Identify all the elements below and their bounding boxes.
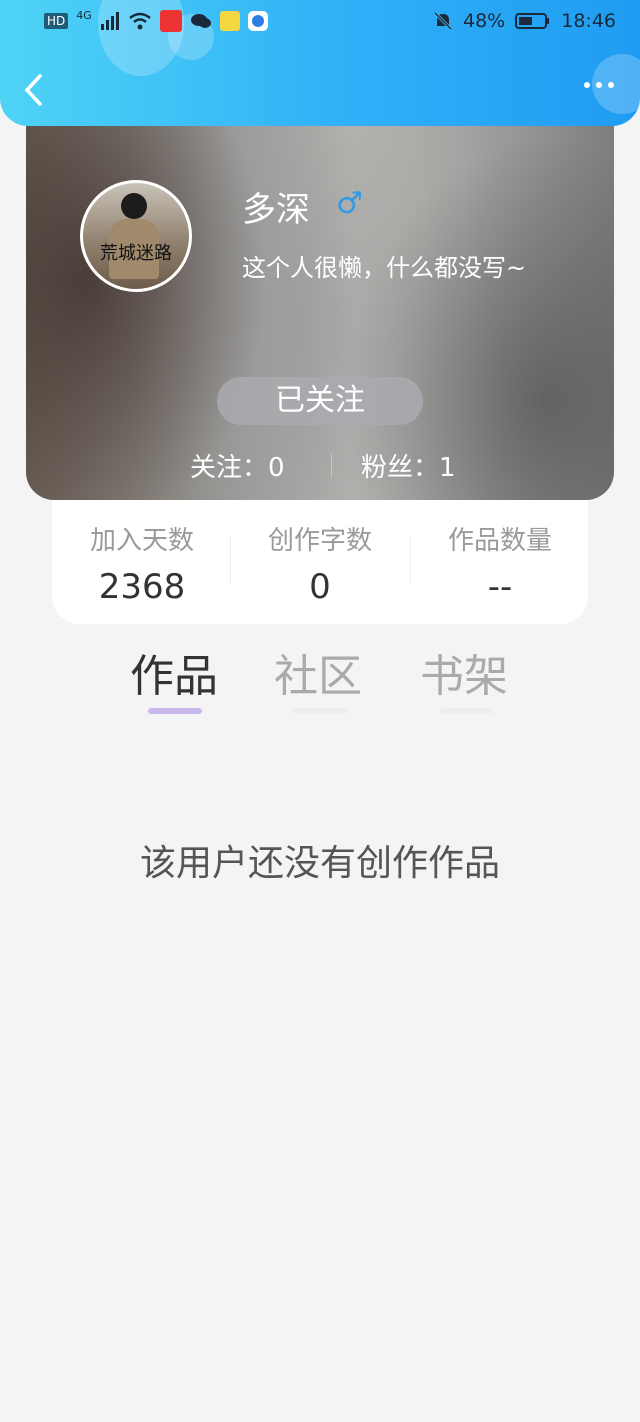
tab-community[interactable]: 社区 — [274, 640, 362, 704]
followers-count[interactable]: 粉丝：1 — [361, 447, 456, 484]
tab-indicator — [440, 708, 494, 714]
user-bio: 这个人很懒，什么都没写~ — [242, 254, 527, 282]
stat-works-count: 作品数量 -- — [410, 520, 590, 607]
more-dots-icon — [584, 82, 590, 88]
clock: 18:46 — [561, 10, 616, 32]
profile-card: 荒城迷路 多深 ♂ 这个人很懒，什么都没写~ 已关注 关注：0 粉丝：1 — [26, 100, 614, 500]
tab-bookshelf[interactable]: 书架 — [420, 640, 508, 704]
follow-button[interactable]: 已关注 — [217, 377, 423, 425]
chat-icon — [190, 14, 211, 28]
back-chevron-icon — [24, 74, 42, 106]
divider — [331, 453, 332, 477]
more-dot — [608, 82, 614, 88]
more-dot — [596, 82, 602, 88]
status-bar: HD 4G 48% 18:46 — [0, 0, 640, 44]
stats-panel: 加入天数 2368 创作字数 0 作品数量 -- — [52, 500, 588, 624]
hd-icon: HD — [44, 13, 69, 29]
stat-value: -- — [487, 567, 513, 607]
app-icon — [247, 11, 268, 31]
back-button[interactable] — [22, 72, 52, 112]
app-icon — [159, 10, 182, 32]
signal-icon: 4G — [76, 8, 92, 22]
battery-icon — [515, 13, 550, 29]
stat-value: 0 — [309, 567, 331, 607]
gender-male-icon: ♂ — [336, 186, 363, 221]
tab-indicator — [293, 708, 347, 714]
more-options-button[interactable] — [584, 82, 614, 88]
stat-label: 创作字数 — [267, 526, 372, 556]
follow-counts: 关注：0 粉丝：1 — [26, 447, 614, 483]
stat-label: 加入天数 — [89, 526, 194, 556]
top-header: HD 4G 48% 18:46 — [0, 0, 640, 126]
stat-word-count: 创作字数 0 — [230, 520, 410, 607]
stat-value: 2368 — [98, 567, 186, 607]
tab-works[interactable]: 作品 — [130, 640, 218, 704]
stat-label: 作品数量 — [447, 526, 552, 556]
following-count[interactable]: 关注：0 — [190, 447, 285, 484]
avatar-caption: 荒城迷路 — [100, 243, 172, 264]
wifi-icon — [129, 12, 151, 30]
empty-state-message: 该用户还没有创作作品 — [139, 843, 500, 884]
app-icon — [219, 11, 240, 31]
avatar[interactable]: 荒城迷路 — [80, 180, 192, 292]
tab-indicator-active — [148, 708, 202, 714]
username: 多深 — [242, 190, 310, 230]
signal-bars-icon — [100, 12, 119, 30]
battery-percent: 48% — [463, 10, 506, 32]
avatar-figure-head — [121, 193, 147, 219]
stat-join-days: 加入天数 2368 — [52, 520, 232, 607]
mute-bell-icon — [433, 11, 453, 31]
